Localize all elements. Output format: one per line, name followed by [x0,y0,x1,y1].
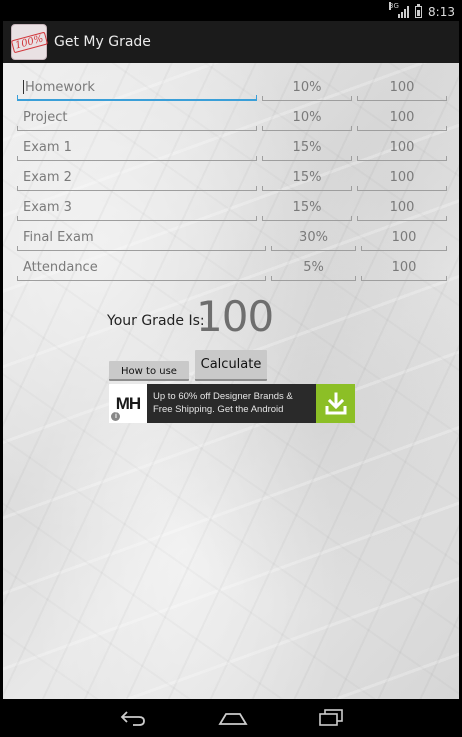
weight-field[interactable]: 5% [271,255,356,281]
score-field[interactable]: 100 [357,105,447,131]
ad-banner[interactable]: MH i Up to 60% off Designer Brands & Fre… [109,384,355,423]
device-screen: 3G 8:13 100% Get My Grade Homework 10% 1… [0,0,462,737]
ad-text-line: Free Shipping. Get the Android [153,404,284,415]
grade-row: Exam 2 15% 100 [3,163,459,193]
score-value: 100 [389,110,415,125]
grade-row: Exam 3 15% 100 [3,193,459,223]
score-field[interactable]: 100 [357,135,447,161]
weight-value: 30% [299,230,328,245]
home-icon[interactable] [213,705,253,731]
battery-icon [415,3,423,18]
weight-value: 15% [292,170,322,185]
category-name-field[interactable]: Attendance [17,255,266,281]
grade-row: Attendance 5% 100 [3,253,459,283]
ad-info-icon[interactable]: i [111,412,120,421]
weight-value: 15% [292,200,322,215]
category-name: Final Exam [23,230,94,245]
weight-value: 5% [303,260,324,275]
weight-field[interactable]: 30% [271,225,356,251]
weight-value: 10% [292,110,322,125]
text-caret [23,80,24,94]
main-content: Homework 10% 100 Project 10% 100 Exam 1 … [3,63,459,699]
weight-field[interactable]: 15% [262,165,352,191]
status-icons: 3G 8:13 [389,1,455,21]
category-name-field[interactable]: Final Exam [17,225,266,251]
calculate-button[interactable]: Calculate [195,350,267,381]
category-name: Attendance [23,260,98,275]
weight-field[interactable]: 15% [262,135,352,161]
weight-value: 10% [292,80,322,95]
grade-row: Final Exam 30% 100 [3,223,459,253]
back-icon[interactable] [113,705,153,731]
app-icon[interactable]: 100% [10,24,48,60]
score-field[interactable]: 100 [357,75,447,101]
grade-row: Exam 1 15% 100 [3,133,459,163]
category-name: Project [23,110,68,125]
status-bar: 3G 8:13 [3,1,459,21]
category-name-field[interactable]: Exam 1 [17,135,257,161]
category-name-field[interactable]: Exam 2 [17,165,257,191]
score-value: 100 [389,140,415,155]
score-value: 100 [389,200,415,215]
category-name: Exam 3 [23,200,72,215]
app-title: Get My Grade [54,34,151,50]
network-type-label: 3G [389,1,399,10]
category-name-field[interactable]: Homework [17,75,257,101]
ad-text: Up to 60% off Designer Brands & Free Shi… [147,384,316,423]
ad-logo: MH i [109,384,147,423]
grade-result-label: Your Grade Is: [107,313,205,329]
category-name-field[interactable]: Project [17,105,257,131]
recents-icon[interactable] [311,705,351,731]
score-field[interactable]: 100 [361,225,447,251]
score-value: 100 [391,230,417,245]
weight-field[interactable]: 10% [262,105,352,131]
score-value: 100 [389,80,415,95]
status-time: 8:13 [428,4,455,19]
signal-icon: 3G [389,1,410,18]
navigation-bar [3,699,459,737]
category-name: Exam 1 [23,140,72,155]
download-icon[interactable] [316,384,355,423]
score-field[interactable]: 100 [357,165,447,191]
weight-value: 15% [292,140,322,155]
how-to-use-button[interactable]: How to use [109,361,189,381]
app-icon-stamp: 100% [10,31,48,53]
grade-result-value: 100 [196,292,274,341]
score-field[interactable]: 100 [357,195,447,221]
score-value: 100 [391,260,417,275]
action-bar: 100% Get My Grade [3,21,459,63]
category-name: Homework [25,79,95,95]
grade-row: Project 10% 100 [3,103,459,133]
category-name-field[interactable]: Exam 3 [17,195,257,221]
score-value: 100 [389,170,415,185]
category-name: Exam 2 [23,170,72,185]
weight-field[interactable]: 10% [262,75,352,101]
score-field[interactable]: 100 [361,255,447,281]
ad-logo-text: MH [115,393,141,413]
weight-field[interactable]: 15% [262,195,352,221]
ad-text-line: Up to 60% off Designer Brands & [153,391,293,402]
grade-row: Homework 10% 100 [3,73,459,103]
